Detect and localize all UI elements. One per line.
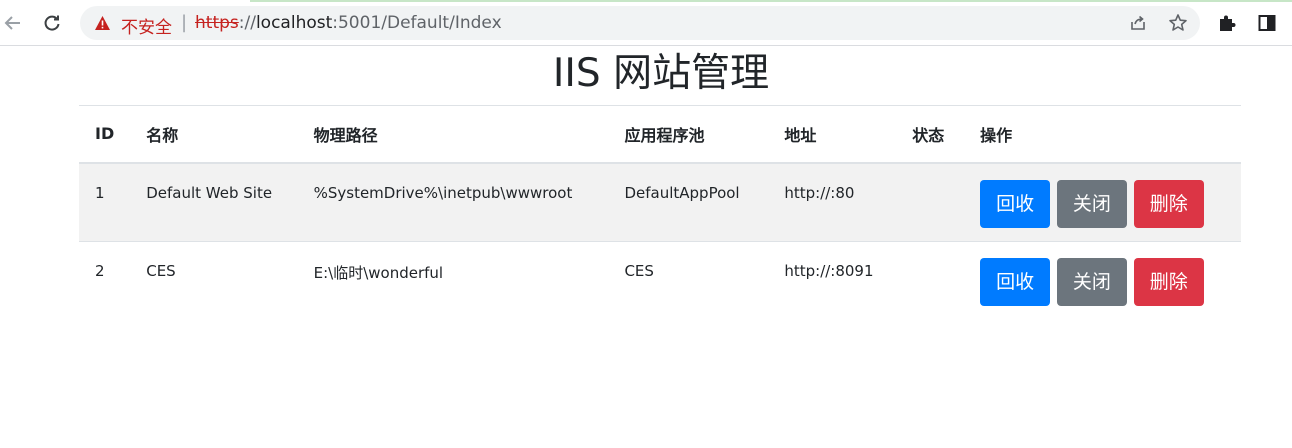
cell-actions: 回收 关闭 删除 (964, 162, 1241, 242)
cell-id: 2 (79, 241, 131, 321)
cell-status (896, 241, 965, 321)
cell-pool: DefaultAppPool (608, 162, 769, 242)
header-actions: 操作 (964, 105, 1241, 164)
url-scheme: https (195, 13, 239, 33)
cell-id: 1 (79, 162, 131, 242)
stop-button[interactable]: 关闭 (1056, 179, 1127, 228)
header-address: 地址 (768, 105, 897, 164)
cell-status (896, 162, 965, 242)
table-header-row: ID 名称 物理路径 应用程序池 地址 状态 操作 (79, 105, 1241, 164)
extensions-puzzle-icon[interactable] (1216, 12, 1238, 34)
page-load-indicator (250, 0, 1292, 2)
header-status: 状态 (896, 105, 965, 164)
header-name: 名称 (130, 105, 298, 164)
browser-toolbar: 不安全 | https://localhost:5001/Default/Ind… (0, 0, 1292, 46)
address-bar[interactable]: 不安全 | https://localhost:5001/Default/Ind… (80, 6, 1200, 40)
page-title: IIS 网站管理 (552, 51, 770, 96)
cell-name: Default Web Site (130, 162, 298, 242)
cell-actions: 回收 关闭 删除 (964, 241, 1241, 321)
cell-address: http://:8091 (768, 241, 897, 321)
cell-name: CES (130, 241, 298, 321)
back-arrow-icon[interactable] (0, 11, 24, 35)
url-scheme-separator: :// (238, 13, 256, 33)
url-path: :5001/Default/Index (332, 13, 502, 33)
security-status-label[interactable]: 不安全 (121, 13, 172, 38)
sites-table: ID 名称 物理路径 应用程序池 地址 状态 操作 1 Default Web … (79, 105, 1241, 321)
stop-button[interactable]: 关闭 (1056, 258, 1127, 306)
cell-address: http://:80 (768, 162, 897, 242)
side-panel-icon[interactable] (1256, 12, 1278, 34)
url-text[interactable]: https://localhost:5001/Default/Index (195, 13, 502, 33)
header-path: 物理路径 (297, 105, 609, 164)
recycle-button[interactable]: 回收 (980, 179, 1051, 228)
warning-icon[interactable] (94, 15, 111, 31)
table-row: 1 Default Web Site %SystemDrive%\inetpub… (79, 162, 1241, 242)
reload-icon[interactable] (40, 11, 64, 35)
cell-path: %SystemDrive%\inetpub\wwwroot (297, 162, 609, 242)
star-icon[interactable] (1168, 13, 1188, 33)
cell-pool: CES (608, 241, 769, 321)
header-id: ID (79, 105, 131, 164)
delete-button[interactable]: 删除 (1133, 179, 1204, 228)
sites-table-container: ID 名称 物理路径 应用程序池 地址 状态 操作 1 Default Web … (79, 105, 1241, 321)
share-icon[interactable] (1128, 13, 1148, 33)
cell-path: E:\临时\wonderful (297, 241, 609, 321)
separator: | (181, 12, 188, 33)
url-host: localhost (255, 13, 333, 33)
recycle-button[interactable]: 回收 (980, 258, 1051, 306)
header-pool: 应用程序池 (608, 105, 769, 164)
delete-button[interactable]: 删除 (1133, 258, 1204, 306)
table-row: 2 CES E:\临时\wonderful CES http://:8091 回… (79, 241, 1241, 321)
